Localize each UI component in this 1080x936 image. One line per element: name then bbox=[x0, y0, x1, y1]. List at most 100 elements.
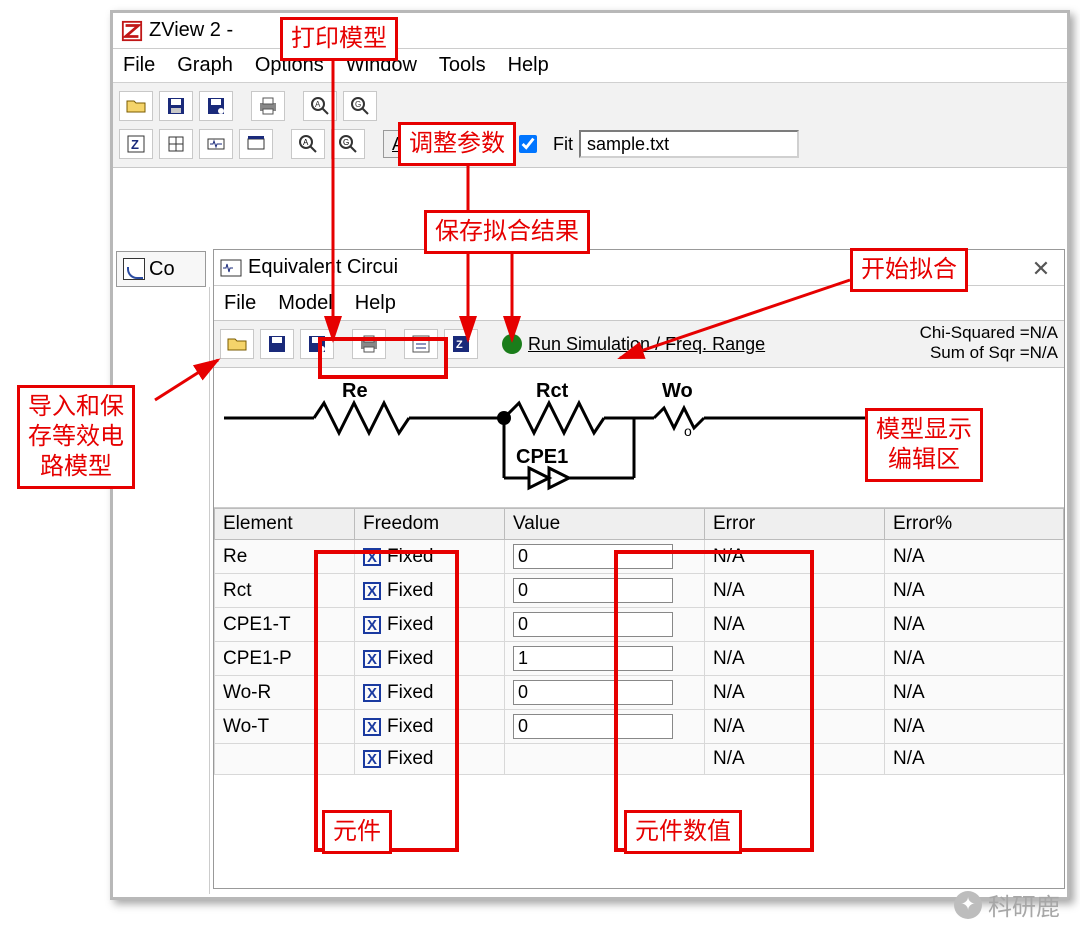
col-value[interactable]: Value bbox=[505, 509, 705, 540]
z-button[interactable]: Z bbox=[119, 129, 153, 159]
cell-errorp: N/A bbox=[885, 710, 1064, 744]
zoom-a2-icon: A bbox=[298, 134, 318, 154]
cell-value bbox=[505, 676, 705, 710]
eqc-save-button[interactable] bbox=[260, 329, 294, 359]
cell-element: CPE1-T bbox=[215, 608, 355, 642]
cell-errorp: N/A bbox=[885, 608, 1064, 642]
folder-open-icon bbox=[227, 336, 247, 352]
eqc-close-button[interactable]: ✕ bbox=[1028, 256, 1054, 282]
zview-titlebar: ZView 2 - bbox=[113, 13, 1067, 49]
zoom-g2-button[interactable]: G bbox=[331, 129, 365, 159]
zoom-a-button[interactable]: A bbox=[303, 91, 337, 121]
z-icon: Z bbox=[127, 135, 145, 153]
cell-error: N/A bbox=[705, 574, 885, 608]
cell-freedom[interactable]: XFixed bbox=[355, 608, 505, 642]
label-re: Re bbox=[342, 380, 368, 403]
menu-tools[interactable]: Tools bbox=[439, 54, 486, 77]
anno-element: 元件 bbox=[322, 810, 392, 854]
grid-icon bbox=[167, 135, 185, 153]
complex-tab-label: Co bbox=[149, 258, 175, 281]
checkbox-x-icon: X bbox=[363, 582, 381, 600]
cell-element: Rct bbox=[215, 574, 355, 608]
open-button[interactable] bbox=[119, 91, 153, 121]
eqc-window-icon bbox=[220, 258, 242, 278]
grid-button[interactable] bbox=[159, 129, 193, 159]
svg-text:Z: Z bbox=[456, 339, 463, 351]
cell-freedom[interactable]: XFixed bbox=[355, 574, 505, 608]
save-as-icon bbox=[308, 335, 326, 353]
save-as-button[interactable] bbox=[199, 91, 233, 121]
col-errorp[interactable]: Error% bbox=[885, 509, 1064, 540]
anno-adjust: 调整参数 bbox=[398, 122, 516, 166]
col-element[interactable]: Element bbox=[215, 509, 355, 540]
print-button[interactable] bbox=[251, 91, 285, 121]
printer-icon bbox=[258, 97, 278, 115]
cell-error: N/A bbox=[705, 710, 885, 744]
col-freedom[interactable]: Freedom bbox=[355, 509, 505, 540]
cell-freedom[interactable]: XFixed bbox=[355, 676, 505, 710]
eqc-print-button[interactable] bbox=[352, 329, 386, 359]
zview-logo-icon bbox=[121, 20, 143, 42]
eqc-menu-model[interactable]: Model bbox=[278, 292, 332, 315]
menu-file[interactable]: File bbox=[123, 54, 155, 77]
eqc-savez-button[interactable]: Z bbox=[444, 329, 478, 359]
cell-element bbox=[215, 744, 355, 775]
watermark: ✦ 科研鹿 bbox=[954, 887, 1060, 922]
cell-error: N/A bbox=[705, 608, 885, 642]
cell-value bbox=[505, 642, 705, 676]
save-button[interactable] bbox=[159, 91, 193, 121]
menu-graph[interactable]: Graph bbox=[177, 54, 233, 77]
table-row: CPE1-PXFixed N/AN/A bbox=[215, 642, 1064, 676]
anno-savefit: 保存拟合结果 bbox=[424, 210, 590, 254]
value-input[interactable] bbox=[513, 714, 673, 739]
cell-value bbox=[505, 744, 705, 775]
eqc-open-button[interactable] bbox=[220, 329, 254, 359]
value-input[interactable] bbox=[513, 612, 673, 637]
zoom-g-button[interactable]: G bbox=[343, 91, 377, 121]
circuit-bar-icon bbox=[246, 135, 266, 153]
cell-element: Re bbox=[215, 540, 355, 574]
cell-freedom[interactable]: XFixed bbox=[355, 744, 505, 775]
run-simulation-button[interactable]: Run Simulation / Freq. Range bbox=[528, 334, 765, 355]
circuit-bar-button[interactable] bbox=[239, 129, 273, 159]
table-row: Wo-RXFixedN/AN/A bbox=[215, 676, 1064, 710]
cell-errorp: N/A bbox=[885, 642, 1064, 676]
zview-title: ZView 2 - bbox=[149, 19, 233, 42]
zoom-a2-button[interactable]: A bbox=[291, 129, 325, 159]
value-input[interactable] bbox=[513, 680, 673, 705]
anno-display: 模型显示 编辑区 bbox=[865, 408, 983, 482]
value-input[interactable] bbox=[513, 646, 673, 671]
cell-value bbox=[505, 710, 705, 744]
value-input[interactable] bbox=[513, 578, 673, 603]
table-row: ReXFixedN/AN/A bbox=[215, 540, 1064, 574]
checkbox-x-icon: X bbox=[363, 750, 381, 768]
zoom-a-icon: A bbox=[310, 96, 330, 116]
cell-freedom[interactable]: XFixed bbox=[355, 642, 505, 676]
cell-element: CPE1-P bbox=[215, 642, 355, 676]
menu-help[interactable]: Help bbox=[508, 54, 549, 77]
folder-open-icon bbox=[126, 98, 146, 114]
cell-freedom[interactable]: XFixed bbox=[355, 710, 505, 744]
eqc-toolbar: Z Run Simulation / Freq. Range Chi-Squar… bbox=[214, 320, 1064, 368]
cell-value bbox=[505, 574, 705, 608]
eqc-menu-help[interactable]: Help bbox=[355, 292, 396, 315]
save-icon bbox=[167, 97, 185, 115]
watermark-text: 科研鹿 bbox=[988, 887, 1060, 922]
value-input[interactable] bbox=[513, 544, 673, 569]
circuit-button[interactable] bbox=[199, 129, 233, 159]
eqc-saveas-button[interactable] bbox=[300, 329, 334, 359]
filename-input[interactable] bbox=[579, 130, 799, 158]
complex-tab[interactable]: Co bbox=[116, 251, 206, 287]
svg-text:Z: Z bbox=[131, 137, 139, 152]
cell-freedom[interactable]: XFixed bbox=[355, 540, 505, 574]
svg-text:G: G bbox=[343, 138, 349, 147]
eqc-params-button[interactable] bbox=[404, 329, 438, 359]
eqc-title: Equivalent Circui bbox=[248, 256, 398, 279]
parameters-table: Element Freedom Value Error Error% ReXFi… bbox=[214, 508, 1064, 775]
eqc-menu-file[interactable]: File bbox=[224, 292, 256, 315]
col-error[interactable]: Error bbox=[705, 509, 885, 540]
cell-error: N/A bbox=[705, 642, 885, 676]
fit-checkbox[interactable] bbox=[519, 135, 537, 153]
zview-toolbar: A G Z A G All Files Live Fit bbox=[113, 83, 1067, 168]
cell-element: Wo-R bbox=[215, 676, 355, 710]
